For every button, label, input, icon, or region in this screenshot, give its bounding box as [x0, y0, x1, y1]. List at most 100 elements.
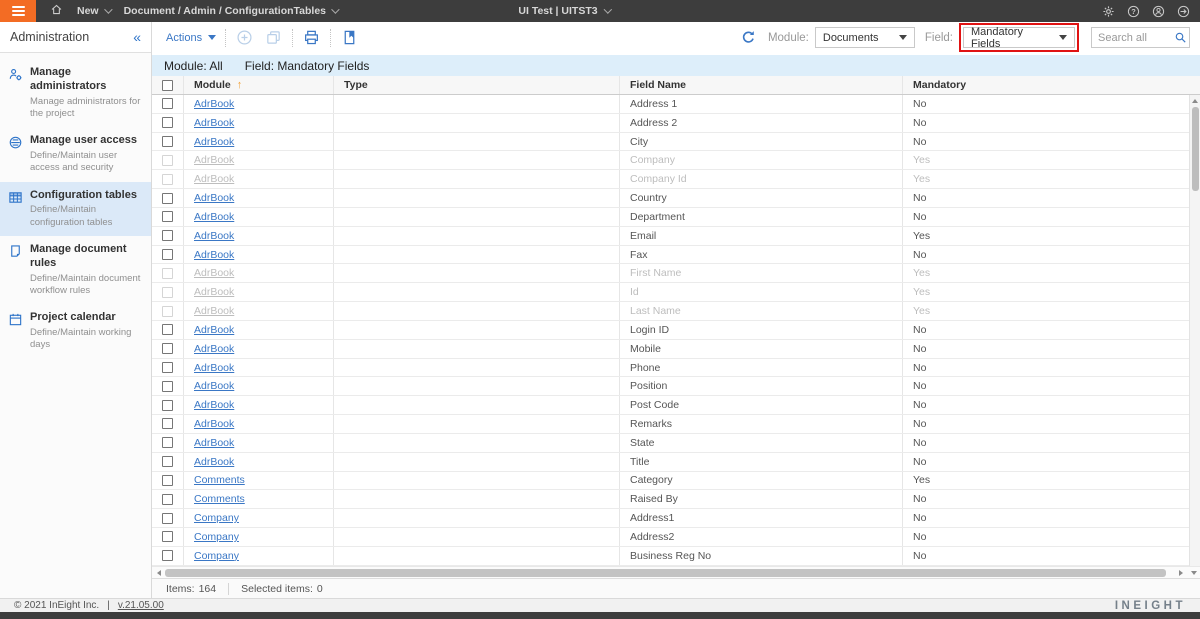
row-checkbox[interactable] [162, 173, 173, 185]
module-link[interactable]: AdrBook [194, 456, 234, 468]
row-checkbox[interactable] [162, 512, 173, 524]
row-checkbox[interactable] [162, 343, 173, 355]
print-button[interactable] [302, 28, 321, 47]
search-input[interactable] [1092, 31, 1171, 44]
copy-button[interactable] [264, 28, 283, 47]
field-name-cell: City [620, 132, 903, 151]
field-select[interactable]: Mandatory Fields [963, 26, 1075, 50]
module-link[interactable]: AdrBook [194, 437, 234, 449]
select-all-checkbox[interactable] [162, 79, 173, 91]
profile-button[interactable] [1151, 4, 1165, 18]
module-link[interactable]: AdrBook [194, 98, 234, 110]
module-select[interactable]: Documents [814, 27, 915, 48]
vertical-scrollbar[interactable] [1189, 95, 1200, 566]
column-header-module[interactable]: Module ↑ [184, 76, 334, 94]
breadcrumb[interactable]: Document / Admin / ConfigurationTables [124, 5, 340, 17]
type-cell [334, 396, 620, 415]
add-button[interactable] [235, 28, 254, 47]
refresh-button[interactable] [739, 28, 758, 47]
table-row: AdrBook Position No [152, 377, 1189, 397]
row-checkbox[interactable] [162, 117, 173, 129]
scroll-left-button[interactable] [152, 567, 165, 579]
module-link[interactable]: AdrBook [194, 173, 234, 185]
module-link[interactable]: AdrBook [194, 136, 234, 148]
column-header-mandatory[interactable]: Mandatory [903, 76, 1200, 94]
row-checkbox[interactable] [162, 267, 173, 279]
module-link[interactable]: Company [194, 531, 239, 543]
type-cell [334, 490, 620, 509]
help-button[interactable]: ? [1126, 4, 1140, 18]
row-checkbox[interactable] [162, 456, 173, 468]
module-link[interactable]: AdrBook [194, 399, 234, 411]
new-menu[interactable]: New [77, 5, 113, 17]
horizontal-scrollbar-thumb[interactable] [165, 568, 1166, 577]
sidebar-item-configuration-tables[interactable]: Configuration tables Define/Maintain con… [0, 181, 151, 237]
row-checkbox[interactable] [162, 286, 173, 298]
sidebar-item-project-calendar[interactable]: Project calendar Define/Maintain working… [0, 304, 151, 358]
module-link[interactable]: AdrBook [194, 117, 234, 129]
sidebar-item-manage-administrators[interactable]: Manage administrators Manage administrat… [0, 59, 151, 127]
row-checkbox[interactable] [162, 154, 173, 166]
sidebar-collapse-button[interactable]: « [133, 29, 141, 45]
search-button[interactable] [1171, 31, 1189, 44]
row-checkbox[interactable] [162, 211, 173, 223]
module-link[interactable]: AdrBook [194, 230, 234, 242]
actions-menu-button[interactable]: Actions [166, 32, 217, 44]
sidebar-item-manage-document-rules[interactable]: Manage document rules Define/Maintain do… [0, 236, 151, 304]
module-link[interactable]: AdrBook [194, 418, 234, 430]
field-name-cell: Department [620, 207, 903, 226]
horizontal-scrollbar[interactable] [152, 566, 1200, 578]
plus-circle-icon [237, 30, 252, 45]
row-checkbox[interactable] [162, 192, 173, 204]
row-checkbox[interactable] [162, 362, 173, 373]
module-link[interactable]: Company [194, 550, 239, 562]
module-link[interactable]: AdrBook [194, 249, 234, 261]
module-link[interactable]: Comments [194, 493, 245, 505]
home-button[interactable] [50, 3, 63, 19]
table-row: AdrBook Last Name Yes [152, 302, 1189, 321]
row-checkbox[interactable] [162, 418, 173, 430]
main-menu-button[interactable] [0, 0, 36, 22]
row-checkbox[interactable] [162, 474, 173, 486]
project-selector[interactable]: UI Test | UITST3 [518, 5, 613, 17]
module-link[interactable]: AdrBook [194, 192, 234, 204]
module-link[interactable]: Comments [194, 474, 245, 486]
row-checkbox[interactable] [162, 380, 173, 392]
row-checkbox[interactable] [162, 437, 173, 449]
row-checkbox[interactable] [162, 249, 173, 261]
copyright-text: © 2021 InEight Inc. [14, 600, 100, 611]
column-header-field-name[interactable]: Field Name [620, 76, 903, 94]
row-checkbox[interactable] [162, 493, 173, 505]
module-link[interactable]: AdrBook [194, 324, 234, 336]
module-link[interactable]: AdrBook [194, 267, 234, 279]
module-link[interactable]: AdrBook [194, 362, 234, 374]
search-box [1091, 27, 1190, 48]
sidebar-item-manage-user-access[interactable]: Manage user access Define/Maintain user … [0, 127, 151, 181]
scroll-up-button[interactable] [1190, 95, 1200, 107]
vertical-scrollbar-thumb[interactable] [1191, 107, 1199, 191]
row-checkbox[interactable] [162, 136, 173, 148]
settings-button[interactable] [1101, 4, 1115, 18]
export-document-button[interactable] [340, 28, 359, 47]
row-checkbox[interactable] [162, 550, 173, 562]
logout-button[interactable] [1176, 4, 1190, 18]
row-checkbox[interactable] [162, 98, 173, 110]
table-row: AdrBook Fax No [152, 245, 1189, 265]
row-checkbox[interactable] [162, 399, 173, 411]
column-header-type[interactable]: Type [334, 76, 620, 94]
row-checkbox[interactable] [162, 324, 173, 336]
row-checkbox[interactable] [162, 230, 173, 242]
version-link[interactable]: v.21.05.00 [118, 600, 164, 611]
scroll-right-button[interactable] [1174, 567, 1187, 579]
module-link[interactable]: Company [194, 512, 239, 524]
row-checkbox[interactable] [162, 531, 173, 543]
module-link[interactable]: AdrBook [194, 154, 234, 166]
module-link[interactable]: AdrBook [194, 380, 234, 392]
module-link[interactable]: AdrBook [194, 305, 234, 317]
module-link[interactable]: AdrBook [194, 343, 234, 355]
module-link[interactable]: AdrBook [194, 286, 234, 298]
module-link[interactable]: AdrBook [194, 211, 234, 223]
scroll-down-button[interactable] [1187, 570, 1200, 575]
row-checkbox[interactable] [162, 305, 173, 317]
sidebar-item-label: Manage document rules [30, 243, 127, 269]
